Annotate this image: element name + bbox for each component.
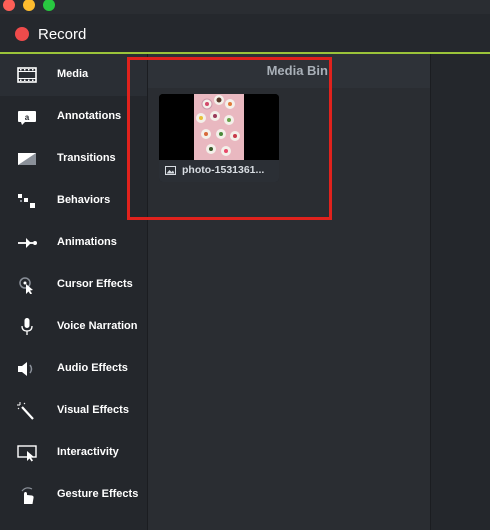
sidebar-item-label: Interactivity	[57, 446, 119, 458]
sidebar-item-label: Animations	[57, 236, 117, 248]
sidebar-item-label: Voice Narration	[57, 320, 138, 332]
sidebar-item-label: Audio Effects	[57, 362, 128, 374]
cursor-icon	[19, 277, 33, 294]
hand-gesture-icon	[21, 487, 34, 504]
sidebar-item-label: Cursor Effects	[57, 278, 133, 290]
zoom-window-button[interactable]	[43, 0, 55, 11]
svg-text:a: a	[25, 113, 30, 122]
magic-wand-icon	[17, 402, 34, 420]
speaker-icon	[18, 362, 33, 376]
sidebar-item-label: Annotations	[57, 110, 122, 122]
sidebar-item-annotations[interactable]: a Annotations	[0, 96, 147, 138]
window-titlebar	[0, 0, 490, 14]
sidebar-item-visual-effects[interactable]: Visual Effects	[0, 390, 147, 432]
sidebar-item-label: Transitions	[57, 152, 116, 164]
transition-icon	[18, 153, 36, 165]
record-header: Record	[0, 14, 490, 52]
record-label: Record	[38, 26, 87, 43]
sidebar-item-media[interactable]: Media	[0, 54, 147, 96]
record-icon	[15, 27, 29, 41]
interactivity-icon	[17, 445, 37, 462]
microphone-icon	[21, 318, 33, 335]
sidebar-item-interactivity[interactable]: Interactivity	[0, 432, 147, 474]
sidebar-item-gesture-effects[interactable]: Gesture Effects	[0, 474, 147, 516]
highlight-annotation-box	[127, 57, 332, 220]
sidebar-item-animations[interactable]: Animations	[0, 222, 147, 264]
record-button[interactable]: Record	[0, 14, 110, 52]
sidebar-item-label: Behaviors	[57, 194, 111, 206]
annotation-icon: a	[18, 111, 36, 125]
close-window-button[interactable]	[3, 0, 15, 11]
minimize-window-button[interactable]	[23, 0, 35, 11]
sidebar-item-cursor-effects[interactable]: Cursor Effects	[0, 264, 147, 306]
behaviors-icon	[18, 194, 35, 208]
sidebar-item-transitions[interactable]: Transitions	[0, 138, 147, 180]
sidebar-item-audio-effects[interactable]: Audio Effects	[0, 348, 147, 390]
sidebar-item-voice-narration[interactable]: Voice Narration	[0, 306, 147, 348]
sidebar-item-label: Media	[57, 68, 89, 80]
tools-sidebar: Media a Annotations Transitions Behavior…	[0, 54, 147, 530]
canvas-area	[430, 54, 490, 530]
sidebar-item-label: Visual Effects	[57, 404, 129, 416]
animation-arrow-icon	[18, 238, 37, 248]
sidebar-item-label: Gesture Effects	[57, 488, 139, 500]
sidebar-item-behaviors[interactable]: Behaviors	[0, 180, 147, 222]
film-icon	[17, 67, 37, 83]
